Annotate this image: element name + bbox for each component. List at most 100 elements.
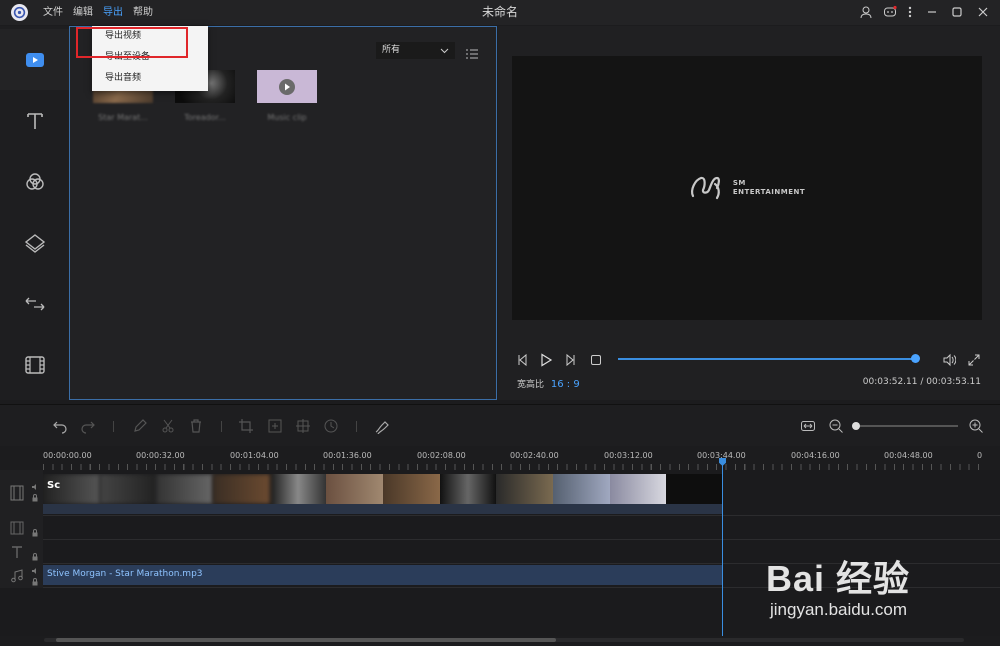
toolbar-divider — [356, 421, 357, 432]
split-screen-icon[interactable] — [295, 418, 311, 434]
video-track-header — [0, 470, 43, 516]
zoom-out-icon[interactable] — [828, 418, 844, 434]
trash-icon[interactable] — [188, 418, 204, 434]
toolbar-divider — [113, 421, 114, 432]
ruler-label: 00:04:16.00 — [791, 451, 840, 460]
menu-file[interactable]: 文件 — [38, 0, 68, 25]
media-filter-value: 所有 — [382, 45, 401, 55]
watermark-url: jingyan.baidu.com — [770, 600, 908, 619]
timeline-ruler[interactable]: 00:00:00.00 00:00:32.00 00:01:04.00 00:0… — [0, 446, 1000, 470]
minimize-icon[interactable] — [923, 3, 941, 21]
menu-export[interactable]: 导出 — [98, 0, 128, 25]
seek-handle[interactable] — [911, 354, 920, 363]
lock-icon[interactable] — [31, 529, 39, 537]
list-view-icon[interactable] — [466, 45, 478, 59]
fit-timeline-icon[interactable] — [800, 418, 816, 434]
app-logo-icon — [11, 4, 28, 21]
speaker-icon[interactable] — [31, 483, 39, 491]
chevron-down-icon — [440, 42, 449, 66]
video-editor-window: 文件 编辑 导出 帮助 未命名 导出视频 导出至设备 导出音频 所有 Star … — [0, 0, 1000, 646]
aspect-ratio-label: 宽高比 — [517, 380, 545, 390]
stop-icon[interactable] — [589, 352, 603, 366]
close-icon[interactable] — [974, 3, 992, 21]
account-icon[interactable] — [857, 3, 875, 21]
logo-line-1: SM — [732, 179, 746, 187]
toolbar-divider — [221, 421, 222, 432]
play-button[interactable] — [539, 352, 553, 367]
playback-controls — [512, 352, 984, 368]
ruler-label: 00:01:04.00 — [230, 451, 279, 460]
lock-icon[interactable] — [31, 494, 39, 502]
volume-icon[interactable] — [942, 352, 957, 367]
play-icon — [279, 78, 295, 95]
clip-frames — [43, 474, 723, 504]
undo-icon[interactable] — [52, 418, 68, 434]
layers-icon — [24, 233, 45, 253]
scissors-icon[interactable] — [160, 418, 176, 434]
color-adjust-icon[interactable] — [374, 418, 390, 435]
sidebar-media-tab[interactable] — [0, 29, 69, 90]
more-icon[interactable] — [901, 3, 919, 21]
lock-icon[interactable] — [31, 578, 39, 586]
film-icon — [10, 485, 24, 501]
music-note-icon — [11, 569, 23, 583]
title-bar: 文件 编辑 导出 帮助 未命名 — [0, 0, 1000, 25]
menu-edit[interactable]: 编辑 — [68, 0, 98, 25]
highlight-box — [76, 27, 188, 58]
sidebar-elements-tab[interactable] — [0, 334, 69, 395]
overlay-track — [0, 516, 1000, 540]
speed-clock-icon[interactable] — [323, 418, 339, 434]
sidebar-text-tab[interactable] — [0, 90, 69, 151]
menu-help[interactable]: 帮助 — [128, 0, 158, 25]
fullscreen-icon[interactable] — [967, 352, 981, 366]
ruler-label: 00:02:08.00 — [417, 451, 466, 460]
filters-icon — [25, 172, 44, 190]
ruler-label: 00:02:40.00 — [510, 451, 559, 460]
audio-clip[interactable]: Stive Morgan - Star Marathon.mp3 — [43, 565, 723, 585]
sidebar-filters-tab[interactable] — [0, 151, 69, 212]
film-icon — [10, 521, 24, 535]
left-sidebar — [0, 26, 69, 400]
media-thumbnail-label: Music clip — [267, 113, 307, 122]
aspect-ratio-control[interactable]: 宽高比 16 : 9 — [517, 377, 580, 390]
aspect-ratio-value[interactable]: 16 : 9 — [551, 379, 580, 390]
preview-screen: SM ENTERTAINMENT — [512, 56, 982, 320]
transition-icon — [25, 297, 44, 310]
text-icon — [12, 546, 22, 558]
crop-icon[interactable] — [238, 418, 254, 434]
logo-line-2: ENTERTAINMENT — [732, 188, 806, 196]
ruler-label: 00:00:32.00 — [136, 451, 185, 460]
zoom-slider[interactable] — [856, 425, 958, 427]
ruler-label: 00:03:12.00 — [604, 451, 653, 460]
video-clip[interactable]: Sc — [43, 474, 723, 504]
preview-panel: SM ENTERTAINMENT 宽高比 16: 9 00:03:52.11 … — [498, 26, 1000, 400]
seek-bar[interactable] — [618, 358, 918, 360]
text-track-header — [0, 540, 43, 564]
sidebar-overlays-tab[interactable] — [0, 212, 69, 273]
timeline-toolbar — [0, 404, 1000, 446]
baidu-jingyan-watermark: Bai 经验 jingyan.baidu.com — [766, 540, 986, 630]
watermark-main: Bai 经验 — [766, 558, 911, 599]
playhead-line[interactable] — [722, 458, 723, 636]
media-filter-select[interactable]: 所有 — [376, 42, 455, 59]
zoom-slider-handle[interactable] — [852, 422, 860, 430]
export-audio-item[interactable]: 导出音频 — [92, 68, 208, 89]
video-track: Sc — [0, 470, 1000, 516]
redo-icon[interactable] — [80, 418, 96, 434]
sidebar-transitions-tab[interactable] — [0, 273, 69, 334]
previous-frame-icon[interactable] — [516, 352, 530, 367]
video-clip-title: Sc — [47, 480, 61, 491]
maximize-icon[interactable] — [948, 3, 966, 21]
media-thumbnail-label: Star Marat... — [98, 113, 148, 122]
feedback-icon[interactable] — [881, 3, 899, 21]
next-frame-icon[interactable] — [563, 352, 577, 367]
timeline-scrollbar-thumb[interactable] — [56, 638, 556, 642]
media-thumbnail[interactable] — [257, 70, 317, 103]
ruler-label: 00:04:48.00 — [884, 451, 933, 460]
overlay-track-header — [0, 516, 43, 540]
zoom-frame-icon[interactable] — [267, 418, 283, 434]
edit-pencil-icon[interactable] — [132, 418, 148, 434]
zoom-in-icon[interactable] — [968, 418, 984, 434]
lock-icon[interactable] — [31, 553, 39, 561]
speaker-icon[interactable] — [31, 567, 39, 575]
